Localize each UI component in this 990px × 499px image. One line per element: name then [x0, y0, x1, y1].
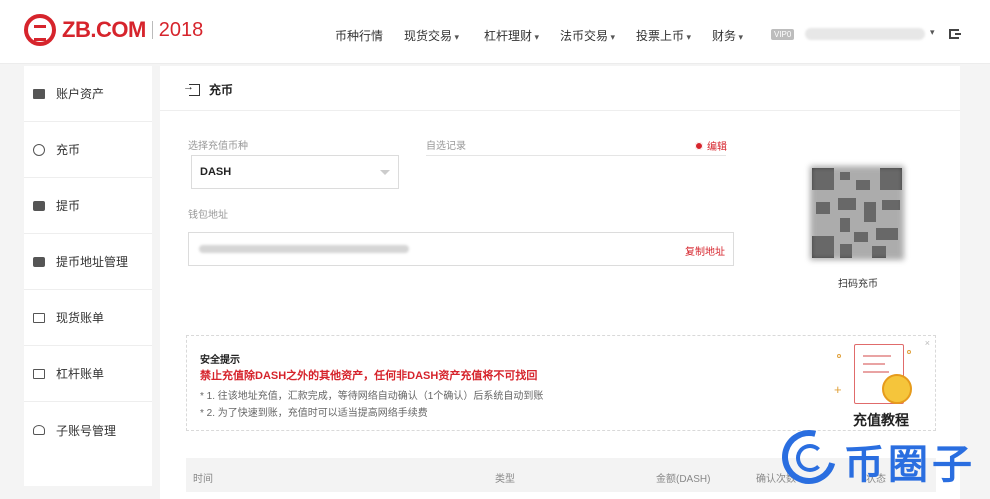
sidebar-item-label: 充币 — [56, 143, 81, 157]
coin-icon — [882, 374, 912, 404]
withdraw-icon — [33, 200, 45, 211]
wallet-address-label: 钱包地址 — [188, 210, 228, 221]
col-amount: 金额(DASH) — [656, 474, 711, 485]
watermark: 币圈子 — [772, 420, 990, 499]
nav-margin[interactable]: 杠杆理财 — [484, 27, 539, 44]
col-time: 时间 — [193, 474, 213, 485]
zb-logo-icon — [24, 14, 56, 46]
notice-title: 安全提示 — [200, 355, 240, 366]
sidebar-item-deposit[interactable]: 充币 — [24, 122, 152, 178]
security-notice: × 安全提示 禁止充值除DASH之外的其他资产，任何非DASH资产充值将不可找回… — [186, 335, 936, 431]
gear-icon — [695, 141, 703, 150]
page-title: 充币 — [183, 81, 234, 98]
margin-bill-icon — [33, 368, 45, 379]
zb-logo[interactable]: ZB.COM 2018 — [24, 14, 203, 46]
deposit-in-icon — [183, 81, 200, 96]
spot-bill-icon — [33, 312, 45, 323]
deposit-qr-code — [810, 166, 904, 260]
sidebar-item-margin-bill[interactable]: 杠杆账单 — [24, 346, 152, 402]
sidebar-item-label: 提币 — [56, 199, 81, 213]
deposit-icon — [33, 143, 45, 156]
auto-record-label: 自选记录 — [426, 141, 466, 152]
wallet-address-field[interactable]: 复制地址 — [188, 232, 734, 266]
logout-icon[interactable] — [949, 29, 961, 39]
nav-spot-trade[interactable]: 现货交易 — [404, 27, 459, 44]
watermark-logo-inner-icon — [796, 444, 824, 472]
close-icon[interactable]: × — [925, 338, 930, 348]
sidebar: 账户资产 充币 提币 提币地址管理 现货账单 杠杆账单 子账号管理 — [24, 66, 152, 486]
address-card-icon — [33, 256, 45, 267]
sidebar-item-label: 账户资产 — [56, 87, 105, 101]
sidebar-item-assets[interactable]: 账户资产 — [24, 66, 152, 122]
vip-badge: VIP0 — [771, 29, 795, 40]
wallet-icon — [33, 88, 45, 99]
col-type: 类型 — [495, 474, 515, 485]
sidebar-item-label: 子账号管理 — [56, 423, 117, 438]
chevron-down-icon — [380, 170, 390, 175]
qr-redaction — [810, 166, 904, 260]
logo-year: 2018 — [158, 18, 204, 41]
auto-record-field[interactable] — [426, 155, 726, 156]
notice-warning: 禁止充值除DASH之外的其他资产，任何非DASH资产充值将不可找回 — [200, 370, 538, 382]
username-redacted[interactable] — [805, 28, 925, 40]
edit-button[interactable]: 编辑 — [695, 138, 727, 153]
sidebar-item-sub-account[interactable]: 子账号管理 — [24, 402, 152, 458]
logo-separator — [151, 21, 153, 39]
sidebar-item-spot-bill[interactable]: 现货账单 — [24, 290, 152, 346]
nav-market[interactable]: 币种行情 — [335, 27, 383, 44]
sub-account-icon — [33, 425, 45, 435]
watermark-text: 币圈子 — [844, 443, 976, 487]
sidebar-item-address-manage[interactable]: 提币地址管理 — [24, 234, 152, 290]
page-title-text: 充币 — [209, 83, 234, 97]
nav-vote-listing[interactable]: 投票上币 — [636, 27, 691, 44]
title-divider — [160, 110, 960, 111]
qr-caption: 扫码充币 — [838, 279, 878, 290]
sidebar-item-withdraw[interactable]: 提币 — [24, 178, 152, 234]
edit-button-label: 编辑 — [707, 142, 727, 153]
sidebar-item-label: 提币地址管理 — [56, 255, 129, 269]
notice-line: * 2. 为了快速到账，充值时可以适当提高网络手续费 — [200, 408, 428, 419]
coin-select-label: 选择充值币种 — [188, 141, 248, 152]
user-menu-chevron-down-icon[interactable]: ▾ — [930, 27, 935, 38]
sparkle-icon — [907, 350, 911, 354]
nav-finance[interactable]: 财务 — [712, 27, 743, 44]
sparkle-icon — [837, 354, 841, 358]
sidebar-item-label: 现货账单 — [56, 311, 105, 325]
plus-icon: + — [834, 382, 842, 397]
notice-line: * 1. 往该地址充值，汇款完成，等待网络自动确认（1个确认）后系统自动到账 — [200, 391, 544, 402]
wallet-address-redacted — [199, 245, 409, 253]
nav-otc[interactable]: 法币交易 — [560, 27, 615, 44]
coin-select-value: DASH — [200, 166, 232, 178]
sidebar-item-label: 杠杆账单 — [56, 367, 105, 381]
logo-text: ZB.COM — [62, 17, 146, 42]
coin-select[interactable]: DASH — [191, 155, 399, 189]
copy-address-button[interactable]: 复制地址 — [685, 243, 725, 258]
top-header: ZB.COM 2018 币种行情 现货交易 杠杆理财 法币交易 投票上币 财务 … — [0, 0, 990, 64]
